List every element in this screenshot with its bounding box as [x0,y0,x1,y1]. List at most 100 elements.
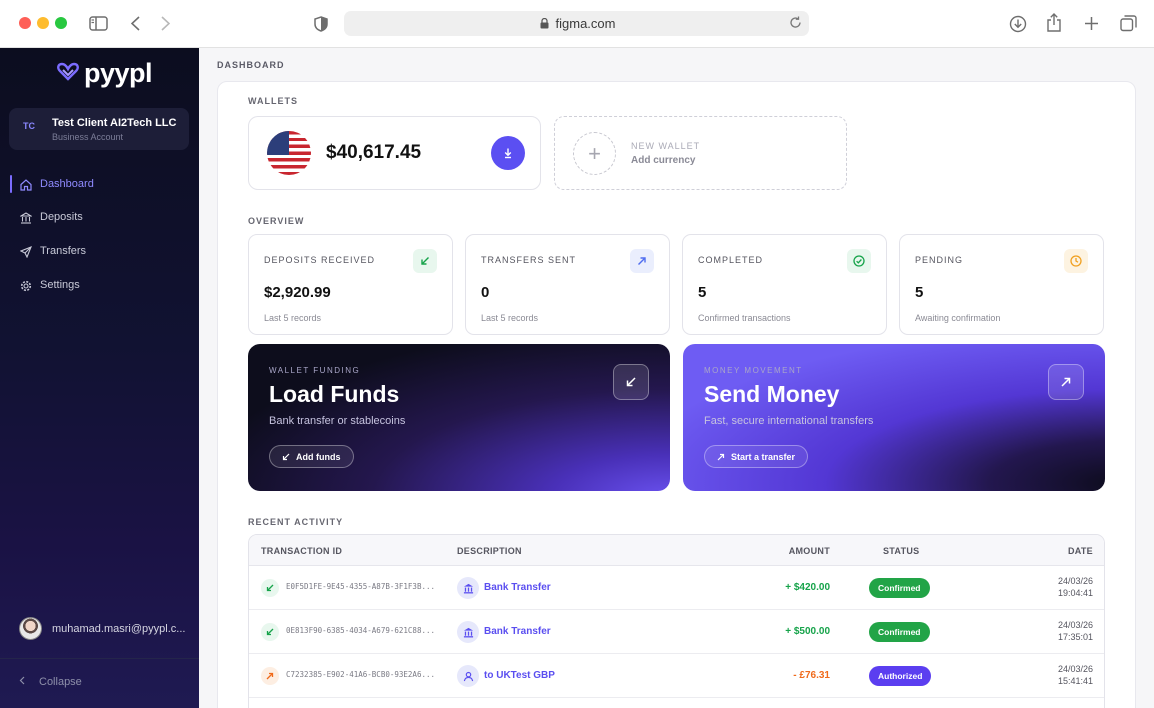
arrow-up-right-icon [630,249,654,273]
arrow-up-right-icon[interactable] [1048,364,1084,400]
sidebar-item-label: Transfers [40,245,87,257]
transaction-id: C7232385-E902-41A6-BCB0-93E2A6... [286,670,436,679]
stat-label: PENDING [915,255,964,265]
recent-activity-title: RECENT ACTIVITY [248,517,344,527]
transaction-description[interactable]: Bank Transfer [484,626,551,637]
load-funds-subtitle: Bank transfer or stablecoins [269,415,406,427]
tab-overview-icon[interactable] [1119,14,1137,32]
brand-logo[interactable]: pyypl [56,58,153,89]
stat-completed: COMPLETED 5 Confirmed transactions [682,234,887,335]
browser-toolbar: figma.com [0,0,1154,48]
stat-value: $2,920.99 [264,284,331,301]
column-date[interactable]: DATE [1068,546,1093,556]
new-wallet-label: NEW WALLET [631,141,701,151]
account-switcher[interactable]: TC Test Client AI2Tech LLC Business Acco… [9,108,189,150]
url-text: figma.com [555,16,616,31]
main-content: DASHBOARD WALLETS $40,617.45 + NEW WALLE… [199,48,1154,708]
transaction-description[interactable]: to UKTest GBP [484,670,555,681]
user-icon [457,665,479,687]
stat-sub: Last 5 records [481,313,539,323]
account-initials: TC [23,121,35,131]
wallet-card-usd[interactable]: $40,617.45 [248,116,541,190]
table-row[interactable]: C7232385-E902-41A6-BCB0-93E2A6... to UKT… [249,654,1104,698]
pyypl-logo-icon [56,61,80,86]
bank-icon [457,577,479,599]
stat-label: TRANSFERS SENT [481,255,577,265]
account-name: Test Client AI2Tech LLC [52,117,177,129]
transaction-amount: + $420.00 [785,582,830,593]
sidebar-toggle-icon[interactable] [88,14,108,32]
table-row[interactable]: E0F5D1FE-9E45-4355-A87B-3F1F3B... Bank T… [249,566,1104,610]
clock-icon [1064,249,1088,273]
transaction-description[interactable]: Bank Transfer [484,582,551,593]
close-window-button[interactable] [19,17,31,29]
bank-icon [19,211,32,224]
user-profile[interactable]: muhamad.masri@pyypl.c... [19,617,185,640]
stat-deposits-received: DEPOSITS RECEIVED $2,920.99 Last 5 recor… [248,234,453,335]
arrow-down-left-icon [261,579,279,597]
user-email: muhamad.masri@pyypl.c... [52,622,186,635]
sidebar-item-label: Dashboard [40,178,94,190]
share-icon[interactable] [1045,12,1063,32]
stat-sub: Awaiting confirmation [915,313,1001,323]
stat-transfers-sent: TRANSFERS SENT 0 Last 5 records [465,234,670,335]
deposit-button[interactable] [491,136,525,170]
new-wallet-card[interactable]: + NEW WALLET Add currency [554,116,847,190]
column-status[interactable]: STATUS [883,546,919,556]
us-flag-icon [267,131,311,175]
lock-icon [538,17,552,31]
plus-icon: + [573,132,616,175]
wallet-balance: $40,617.45 [326,142,422,163]
stat-value: 5 [915,284,924,301]
minimize-window-button[interactable] [37,17,49,29]
transaction-date: 24/03/26 17:35:01 [1058,619,1093,643]
download-icon [504,148,512,159]
forward-icon[interactable] [158,15,172,31]
collapse-button[interactable]: Collapse [19,676,82,688]
add-funds-label: Add funds [296,451,341,462]
date-value: 24/03/26 [1057,620,1093,630]
downloads-icon[interactable] [1008,14,1027,33]
sidebar-item-settings[interactable]: Settings [0,274,199,298]
sidebar-item-label: Settings [40,279,80,291]
sidebar-item-transfers[interactable]: Transfers [0,240,199,264]
table-row[interactable]: 0E813F90-6385-4034-A679-621C88... Bank T… [249,610,1104,654]
shield-icon[interactable] [313,15,329,32]
sidebar-item-dashboard[interactable]: Dashboard [0,173,199,197]
chevron-left-icon [19,676,25,688]
column-amount[interactable]: AMOUNT [789,546,830,556]
wallets-title: WALLETS [248,96,298,106]
gear-icon [19,279,32,292]
send-money-eyebrow: MONEY MOVEMENT [704,366,803,375]
arrow-down-left-icon[interactable] [613,364,649,400]
transaction-id: 0E813F90-6385-4034-A679-621C88... [286,626,436,635]
address-bar[interactable]: figma.com [344,11,809,36]
send-money-card[interactable]: MONEY MOVEMENT Send Money Fast, secure i… [683,344,1105,491]
add-funds-button[interactable]: Add funds [269,445,354,468]
recent-activity-table: TRANSACTION ID DESCRIPTION AMOUNT STATUS… [248,534,1105,708]
transaction-id: E0F5D1FE-9E45-4355-A87B-3F1F3B... [286,582,436,591]
arrow-down-left-icon [261,623,279,641]
start-transfer-button[interactable]: Start a transfer [704,445,809,468]
column-transaction-id[interactable]: TRANSACTION ID [261,546,342,556]
reload-icon[interactable] [789,16,803,30]
send-icon [19,245,32,258]
stat-pending: PENDING 5 Awaiting confirmation [899,234,1104,335]
table-row[interactable] [249,698,1104,708]
date-value: 24/03/26 [1057,664,1093,674]
sidebar-item-deposits[interactable]: Deposits [0,206,199,230]
new-tab-icon[interactable] [1083,15,1099,31]
stat-label: DEPOSITS RECEIVED [264,255,376,265]
maximize-window-button[interactable] [55,17,67,29]
sidebar-item-label: Deposits [40,211,83,223]
send-money-subtitle: Fast, secure international transfers [704,415,874,427]
brand-name: pyypl [84,58,153,88]
column-description[interactable]: DESCRIPTION [457,546,522,556]
load-funds-card[interactable]: WALLET FUNDING Load Funds Bank transfer … [248,344,670,491]
back-icon[interactable] [128,15,142,31]
dashboard-panel: WALLETS $40,617.45 + NEW WALLET Add curr… [217,81,1136,708]
start-transfer-label: Start a transfer [731,451,796,462]
load-funds-title: Load Funds [269,381,400,407]
account-type: Business Account [52,132,124,142]
transaction-amount: - £76.31 [793,670,830,681]
